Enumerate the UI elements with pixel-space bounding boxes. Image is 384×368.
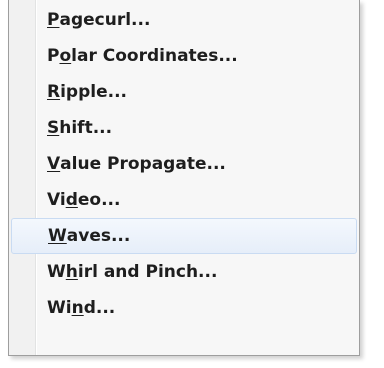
menu-item-video[interactable]: Vi d eo... [11, 182, 357, 218]
menu-item-pagecurl[interactable]: Pagecurl... [11, 2, 357, 38]
menu-item-mnemonic: P [47, 10, 60, 30]
menu-item-label-post: alue Propagate... [60, 154, 226, 174]
menu-item-mnemonic: n [71, 298, 84, 318]
menu-item-label-pre: Wi [47, 298, 72, 318]
menu-item-ripple[interactable]: Ripple... [11, 74, 357, 110]
menu-item-label-pre: W [47, 262, 66, 282]
menu-item-polar-coordinates[interactable]: Po lar Coordinates... [11, 38, 357, 74]
menu-item-label-post: aves... [66, 226, 131, 246]
menu-item-label-post: d... [83, 298, 116, 318]
menu-item-label-post: eo... [77, 190, 121, 210]
menu-item-mnemonic: R [47, 82, 61, 102]
filter-submenu: Pagecurl... Po lar Coordinates... Ripple.… [8, 0, 360, 356]
menu-item-whirl-and-pinch[interactable]: Wh irl and Pinch... [11, 254, 357, 290]
menu-item-mnemonic: S [47, 118, 60, 138]
menu-item-label-pre: Vi [47, 190, 66, 210]
menu-item-label-post: ipple... [60, 82, 127, 102]
menu-item-waves[interactable]: Waves... [11, 218, 357, 254]
menu-item-label-post: agecurl... [59, 10, 151, 30]
menu-item-label-post: lar Coordinates... [71, 46, 238, 66]
menu-item-mnemonic: V [47, 154, 61, 174]
menu-item-wind[interactable]: Wi n d... [11, 290, 357, 326]
menu-item-mnemonic: W [48, 226, 67, 246]
menu-item-label-post: irl and Pinch... [77, 262, 218, 282]
menu-item-label-pre: P [47, 46, 60, 66]
menu-item-shift[interactable]: Shift... [11, 110, 357, 146]
menu-item-mnemonic: o [59, 46, 72, 66]
menu-item-label-post: hift... [59, 118, 113, 138]
menu-item-mnemonic: h [65, 262, 78, 282]
menu-item-value-propagate[interactable]: Value Propagate... [11, 146, 357, 182]
menu-item-mnemonic: d [65, 190, 78, 210]
